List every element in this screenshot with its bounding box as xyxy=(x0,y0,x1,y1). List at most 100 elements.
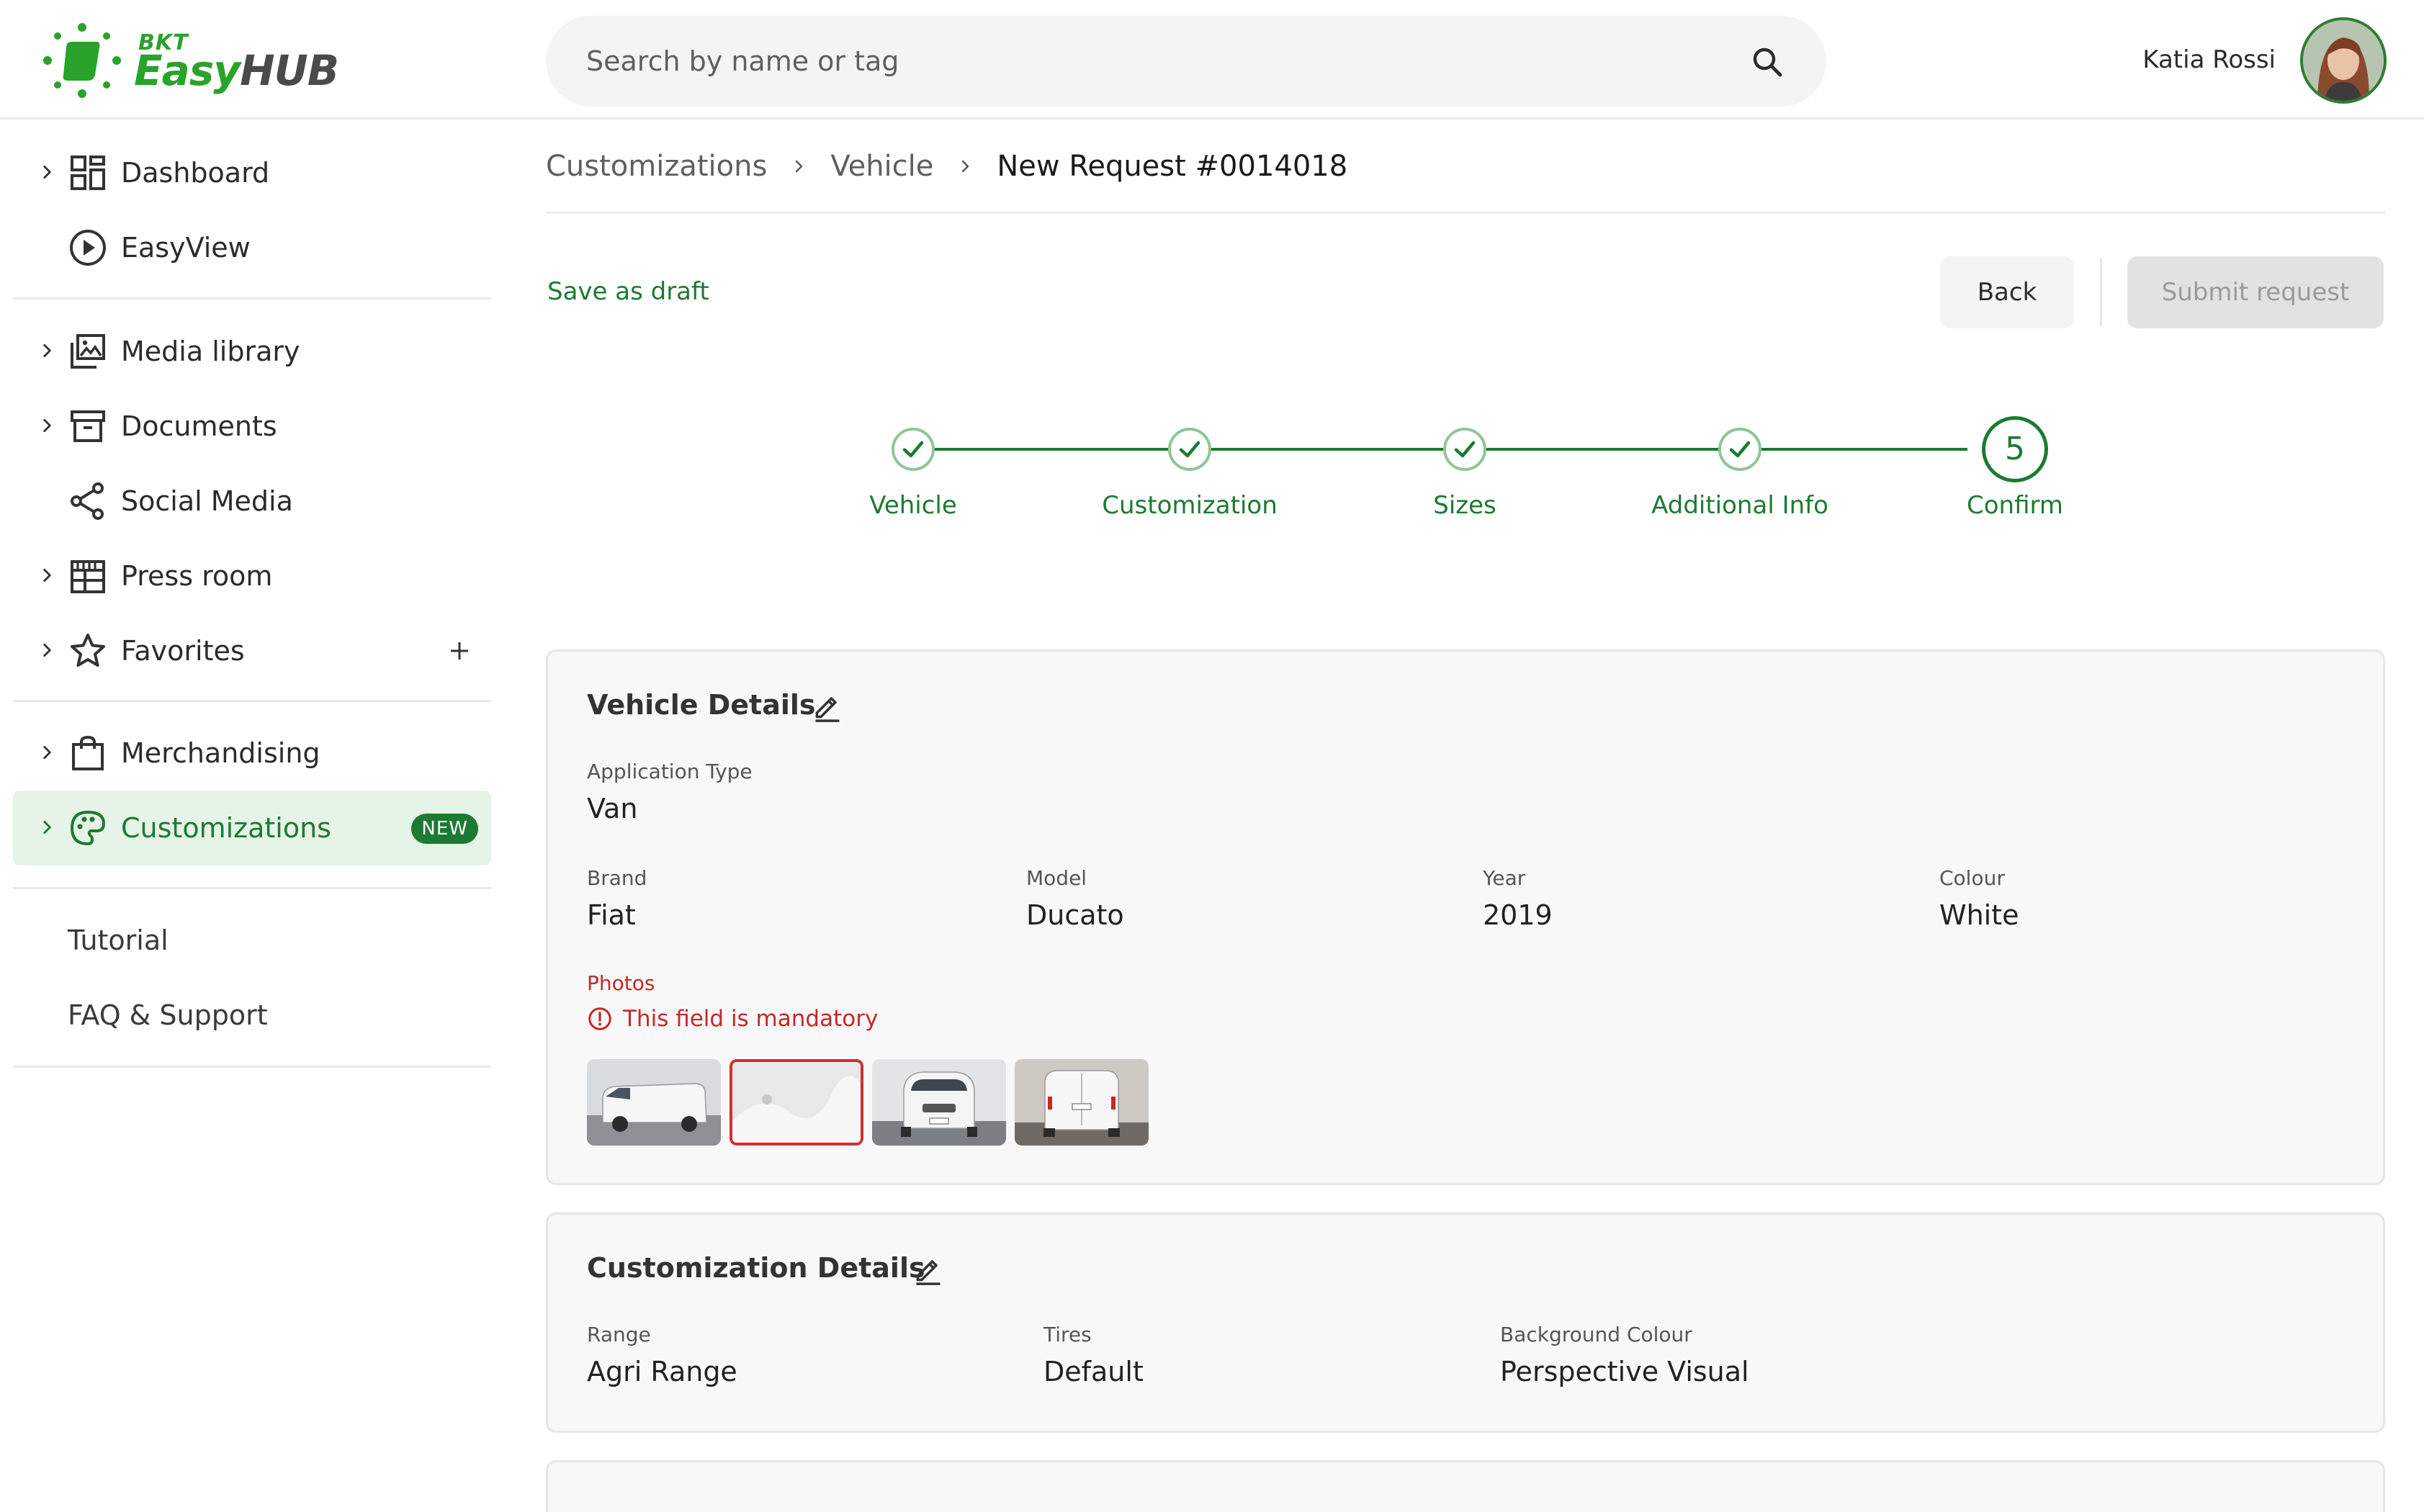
customization-details-title: Customization Details xyxy=(587,1252,925,1284)
sidebar-item-customizations[interactable]: Customizations NEW xyxy=(13,791,491,865)
step-completed-indicator xyxy=(1443,428,1486,471)
faq-support-link[interactable]: FAQ & Support xyxy=(68,978,268,1053)
sidebar-item-label: Customizations xyxy=(121,812,331,844)
model-value: Ducato xyxy=(1026,899,1124,931)
new-badge: NEW xyxy=(411,814,478,844)
chevron-right-icon xyxy=(962,160,969,173)
chevron-right-icon[interactable] xyxy=(37,743,56,762)
step-label: Additional Info xyxy=(1651,491,1828,520)
bkt-easyhub-logo[interactable]: BKT EasyHUB xyxy=(42,20,339,101)
sidebar-item-documents[interactable]: Documents xyxy=(13,389,491,464)
breadcrumb-current-request: New Request #0014018 xyxy=(997,150,1348,183)
sidebar-item-social-media[interactable]: Social Media xyxy=(13,464,491,539)
breadcrumb-divider xyxy=(546,212,2385,214)
range-value: Agri Range xyxy=(587,1356,737,1387)
van-side-photo-icon xyxy=(587,1059,721,1146)
step-label: Customization xyxy=(1102,491,1278,520)
breadcrumb-vehicle[interactable]: Vehicle xyxy=(830,150,933,183)
press-room-icon xyxy=(71,560,105,593)
chevron-right-icon xyxy=(796,160,803,173)
step-sizes[interactable]: Sizes xyxy=(1357,403,1573,520)
chevron-right-icon[interactable] xyxy=(37,341,56,360)
sidebar-item-easyview[interactable]: EasyView xyxy=(13,210,491,285)
save-as-draft-link[interactable]: Save as draft xyxy=(547,274,709,310)
palette-icon xyxy=(70,810,106,846)
step-number: 5 xyxy=(2005,431,2025,467)
colour-value: White xyxy=(1939,899,2019,931)
sidebar-item-label: Press room xyxy=(121,560,273,592)
sidebar-divider xyxy=(13,700,491,702)
model-label: Model xyxy=(1026,866,1087,890)
step-label: Vehicle xyxy=(869,491,957,520)
sidebar-item-dashboard[interactable]: Dashboard xyxy=(13,135,491,210)
submit-request-button[interactable]: Submit request xyxy=(2127,256,2384,328)
sidebar-divider xyxy=(13,887,491,889)
colour-label: Colour xyxy=(1939,866,2005,890)
step-vehicle[interactable]: Vehicle xyxy=(805,403,1021,520)
sidebar-item-label: Favorites xyxy=(121,635,245,667)
search-input[interactable]: Search by name or tag xyxy=(586,16,899,107)
sidebar-item-label: Merchandising xyxy=(121,737,320,769)
sidebar-item-favorites[interactable]: Favorites xyxy=(13,613,491,688)
search-bar[interactable]: Search by name or tag xyxy=(546,16,1826,107)
sidebar-item-label: EasyView xyxy=(121,232,251,264)
van-front-photo-icon xyxy=(872,1059,1006,1146)
pencil-edit-icon[interactable] xyxy=(912,1254,944,1285)
step-completed-indicator xyxy=(892,428,935,471)
button-divider xyxy=(2100,258,2102,327)
step-completed-indicator xyxy=(1718,428,1761,471)
customization-details-card: Customization Details Range Agri Range T… xyxy=(546,1212,2385,1433)
star-icon xyxy=(71,634,105,667)
photos-label: Photos xyxy=(587,971,655,995)
pencil-edit-icon[interactable] xyxy=(812,690,843,722)
archive-icon xyxy=(71,410,105,442)
breadcrumb: Customizations Vehicle New Request #0014… xyxy=(546,141,1347,192)
tires-label: Tires xyxy=(1043,1323,1092,1346)
check-icon xyxy=(1729,441,1751,458)
shopping-bag-icon xyxy=(72,735,104,770)
user-name[interactable]: Katia Rossi xyxy=(2142,0,2276,120)
photos-error-text: This field is mandatory xyxy=(623,1006,879,1032)
tutorial-link[interactable]: Tutorial xyxy=(68,903,169,978)
step-customization[interactable]: Customization xyxy=(1082,403,1298,520)
sidebar-item-press-room[interactable]: Press room xyxy=(13,539,491,613)
add-favorite-plus-icon[interactable] xyxy=(446,638,472,664)
sidebar-item-merchandising[interactable]: Merchandising xyxy=(13,716,491,791)
sidebar-item-media-library[interactable]: Media library xyxy=(13,314,491,389)
brand-value: Fiat xyxy=(587,899,636,931)
sidebar-item-label: Documents xyxy=(121,410,277,442)
chevron-right-icon[interactable] xyxy=(37,566,56,585)
application-type-label: Application Type xyxy=(587,760,753,783)
progress-stepper: Vehicle Customization Sizes Additional I… xyxy=(792,403,2117,547)
back-button[interactable]: Back xyxy=(1940,256,2074,328)
sidebar-divider xyxy=(13,297,491,300)
step-additional-info[interactable]: Additional Info xyxy=(1632,403,1848,520)
chevron-right-icon[interactable] xyxy=(37,641,56,660)
photo-thumbnail-rear[interactable] xyxy=(1015,1059,1149,1146)
brand-label: Brand xyxy=(587,866,647,890)
share-icon xyxy=(71,482,104,520)
chevron-right-icon[interactable] xyxy=(37,416,56,435)
breadcrumb-customizations[interactable]: Customizations xyxy=(546,150,767,183)
photo-thumbnail-side[interactable] xyxy=(587,1059,721,1146)
logo-easy-text: Easy xyxy=(134,46,241,95)
avatar[interactable] xyxy=(2300,17,2387,104)
photo-thumbnail-missing[interactable] xyxy=(730,1059,863,1146)
step-current-indicator: 5 xyxy=(1982,416,2048,482)
tires-value: Default xyxy=(1043,1356,1144,1387)
search-icon[interactable] xyxy=(1750,45,1785,79)
background-colour-label: Background Colour xyxy=(1500,1323,1692,1346)
sidebar-item-label: Dashboard xyxy=(121,157,270,189)
step-confirm[interactable]: 5 Confirm xyxy=(1907,403,2123,520)
top-header: BKT EasyHUB Search by name or tag Katia … xyxy=(0,0,2424,120)
chevron-right-icon[interactable] xyxy=(37,163,56,181)
range-label: Range xyxy=(587,1323,651,1346)
vehicle-sizes-card xyxy=(546,1460,2385,1512)
application-type-value: Van xyxy=(587,793,638,824)
sidebar: Dashboard EasyView Media library Documen… xyxy=(0,121,504,1512)
photos-error-message: This field is mandatory xyxy=(587,1006,878,1032)
sidebar-item-label: Media library xyxy=(121,336,300,367)
year-label: Year xyxy=(1483,866,1526,890)
chevron-right-icon[interactable] xyxy=(37,818,56,837)
photo-thumbnail-front[interactable] xyxy=(872,1059,1006,1146)
